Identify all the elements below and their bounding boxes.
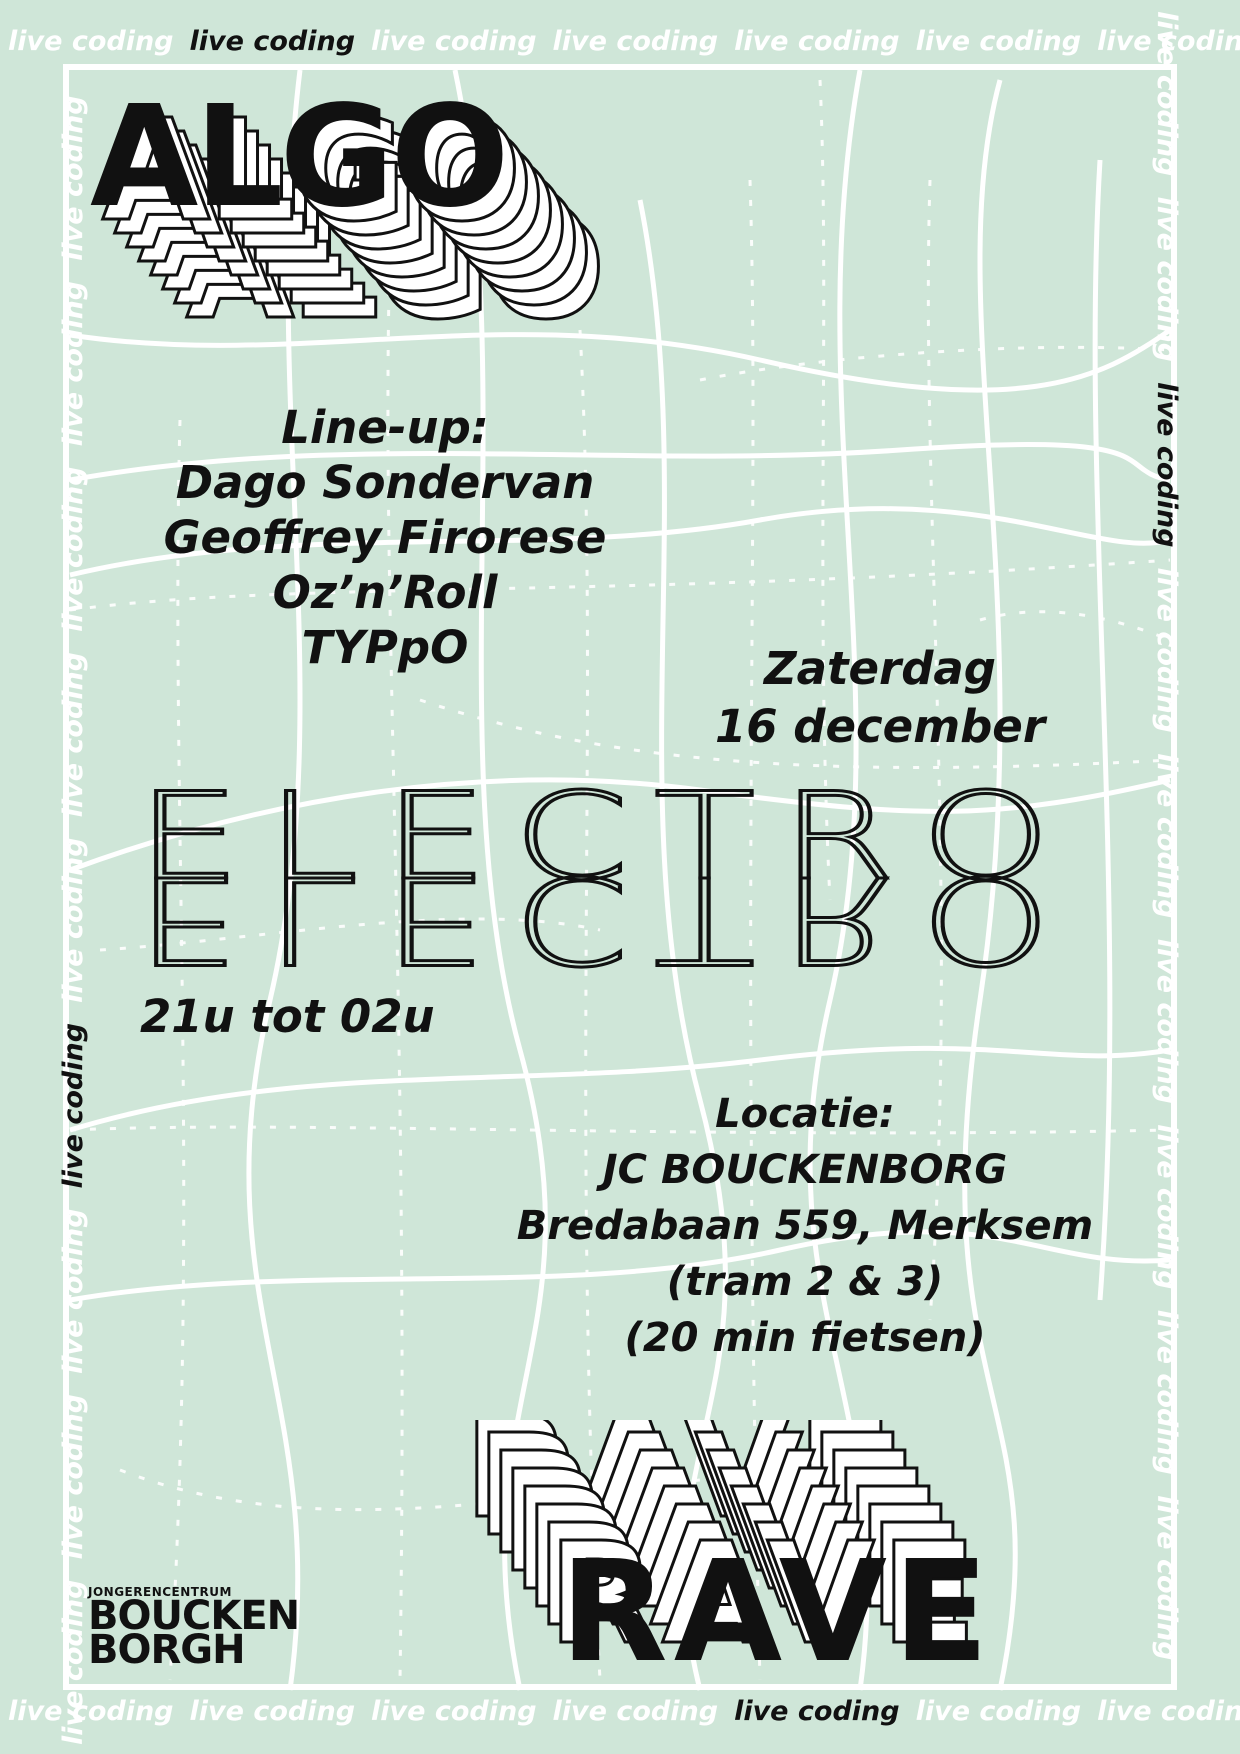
border-label: live coding bbox=[189, 1696, 356, 1727]
poster: live coding live coding live coding live co… bbox=[0, 0, 1240, 1754]
bouckenborgh-logo: JONGERENCENTRUM BOUCKEN BORGH bbox=[88, 1585, 300, 1670]
lineup-block: Line-up: Dago Sondervan Geoffrey Firores… bbox=[130, 400, 640, 675]
rave-title: RAVERAVERAVERAVERAVERAVERAVERAVE RAVE bbox=[463, 1420, 995, 1690]
border-label: live coding bbox=[1151, 11, 1182, 177]
date-day: Zaterdag bbox=[763, 642, 996, 695]
location-block: Locatie: JC BOUCKENBORG Bredabaan 559, M… bbox=[470, 1086, 1140, 1366]
date-block: Zaterdag 16 december bbox=[660, 640, 1100, 756]
border-label: live coding bbox=[58, 1579, 89, 1745]
location-bike: (20 min fietsen) bbox=[624, 1315, 986, 1361]
location-heading: Locatie: bbox=[715, 1091, 895, 1137]
date-date: 16 december bbox=[714, 700, 1046, 753]
border-label: live coding bbox=[915, 26, 1082, 57]
border-label: live coding bbox=[1151, 567, 1182, 734]
border-label: live coding bbox=[552, 1696, 719, 1727]
algo-title: ALGOALGOALGOALGOALGOALGOALGOALGO ALGO bbox=[90, 76, 607, 335]
location-name: JC BOUCKENBORG bbox=[602, 1147, 1008, 1193]
border-label-black: live coding bbox=[1151, 382, 1182, 548]
border-label: live coding bbox=[58, 1393, 89, 1560]
rave-title-text: RAVE bbox=[560, 1531, 995, 1690]
electro-text-mirror: ELECTRO bbox=[136, 849, 1076, 980]
electro-title: ELECTRO ELECTRO bbox=[135, 767, 1076, 981]
time-text: 21u tot 02u bbox=[140, 990, 435, 1043]
border-label: live coding bbox=[1151, 196, 1182, 363]
location-tram: (tram 2 & 3) bbox=[666, 1259, 944, 1305]
border-label: live coding bbox=[1151, 1124, 1182, 1290]
algo-title-text: ALGO bbox=[90, 76, 505, 239]
border-label: live coding bbox=[58, 837, 89, 1003]
border-label: live coding bbox=[8, 26, 174, 57]
lineup-artist: Geoffrey Firorese bbox=[163, 511, 607, 564]
top-border-text: live coding live coding live coding live co… bbox=[0, 26, 1240, 57]
border-label: live coding bbox=[58, 651, 89, 818]
border-label: live coding bbox=[58, 1208, 89, 1374]
border-label-black: live coding bbox=[189, 26, 356, 57]
lineup-heading: Line-up: bbox=[281, 401, 489, 454]
border-label: live coding bbox=[552, 26, 719, 57]
border-label: live coding bbox=[58, 466, 89, 632]
border-label: live coding bbox=[371, 1696, 537, 1727]
border-label-black: live coding bbox=[58, 1022, 89, 1189]
border-label: live coding bbox=[1151, 753, 1182, 919]
border-label: live coding bbox=[734, 26, 900, 57]
border-label-black: live coding bbox=[734, 1696, 900, 1727]
lineup-artist: TYPpO bbox=[301, 621, 469, 674]
lineup-artist: Dago Sondervan bbox=[175, 456, 595, 509]
border-label: live coding bbox=[915, 1696, 1082, 1727]
location-address: Bredabaan 559, Merksem bbox=[516, 1203, 1094, 1249]
bottom-border-text: live coding live coding live coding live co… bbox=[0, 1696, 1240, 1727]
border-label: live coding bbox=[371, 26, 537, 57]
border-label: live coding bbox=[1151, 938, 1182, 1105]
border-label: live coding bbox=[8, 1696, 174, 1727]
lineup-artist: Oz’n’Roll bbox=[272, 566, 498, 619]
